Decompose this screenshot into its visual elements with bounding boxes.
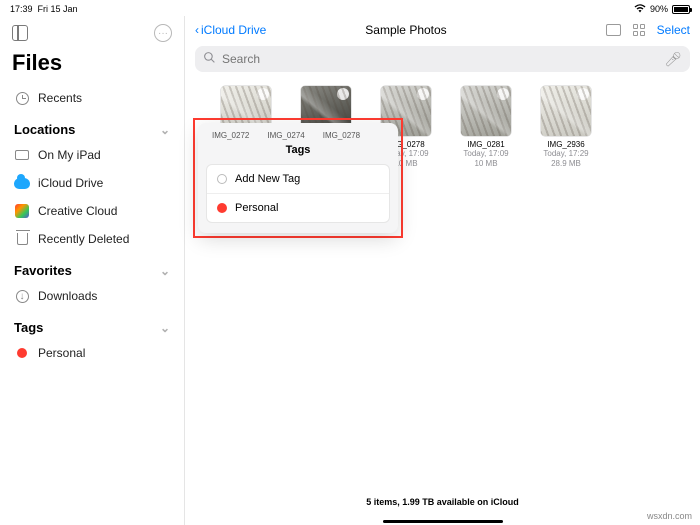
tags-popover: IMG_0272IMG_0274IMG_0278 Tags Add New Ta… (198, 123, 398, 233)
footer-status: 5 items, 1.99 TB available on iCloud (185, 497, 700, 507)
icloud-badge-icon (257, 88, 269, 100)
cloud-icon (14, 175, 30, 191)
sidebar-item-label: Recents (38, 91, 82, 105)
page-title: Sample Photos (266, 23, 605, 37)
watermark: wsxdn.com (647, 511, 692, 521)
sidebar-item-icloud-drive[interactable]: iCloud Drive (10, 169, 174, 197)
tags-popover-highlight: IMG_0272IMG_0274IMG_0278 Tags Add New Ta… (193, 118, 403, 238)
obscured-filenames: IMG_0272IMG_0274IMG_0278 (206, 131, 390, 142)
sidebar-item-downloads[interactable]: ↓ Downloads (10, 282, 174, 310)
status-right: 90% (634, 4, 690, 15)
icloud-badge-icon (577, 88, 589, 100)
tag-dot-icon (14, 345, 30, 361)
view-mode-icon[interactable] (633, 24, 645, 36)
trash-icon (14, 231, 30, 247)
chevron-down-icon: ⌄ (160, 321, 170, 335)
popover-title: Tags (206, 142, 390, 164)
sidebar-header-favorites[interactable]: Favorites ⌄ (10, 253, 174, 282)
icloud-badge-icon (497, 88, 509, 100)
status-left: 17:39 Fri 15 Jan (10, 4, 78, 14)
status-bar: 17:39 Fri 15 Jan 90% (0, 0, 700, 16)
search-bar[interactable]: 🎤︎ (195, 46, 690, 72)
wifi-icon (634, 4, 646, 15)
file-size: 28.9 MB (551, 159, 581, 169)
sidebar: ··· Files Recents Locations ⌄ On My iPad… (0, 16, 185, 525)
status-time: 17:39 (10, 4, 33, 14)
sidebar-item-label: On My iPad (38, 148, 101, 162)
sidebar-item-label: Personal (38, 346, 85, 360)
file-item[interactable]: IMG_0281 Today, 17:09 10 MB (455, 86, 517, 170)
new-folder-icon[interactable] (606, 24, 621, 36)
tag-dot-icon (217, 203, 227, 213)
sidebar-item-recents[interactable]: Recents (10, 84, 174, 112)
file-thumbnail (461, 86, 511, 136)
more-options-icon[interactable]: ··· (154, 24, 172, 42)
chevron-down-icon: ⌄ (160, 264, 170, 278)
sidebar-item-label: Creative Cloud (38, 204, 117, 218)
status-date: Fri 15 Jan (38, 4, 78, 14)
search-icon (203, 51, 216, 67)
chevron-down-icon: ⌄ (160, 123, 170, 137)
back-button[interactable]: ‹ iCloud Drive (195, 23, 266, 37)
search-input[interactable] (222, 52, 658, 66)
mic-icon[interactable]: 🎤︎ (664, 51, 682, 68)
download-icon: ↓ (14, 288, 30, 304)
main-header: ‹ iCloud Drive Sample Photos Select (185, 16, 700, 44)
file-item[interactable]: IMG_2936 Today, 17:29 28.9 MB (535, 86, 597, 170)
file-thumbnail (541, 86, 591, 136)
sidebar-item-on-my-ipad[interactable]: On My iPad (10, 141, 174, 169)
sidebar-item-label: Downloads (38, 289, 97, 303)
main-panel: ‹ iCloud Drive Sample Photos Select 🎤︎ I… (185, 16, 700, 525)
sidebar-item-recently-deleted[interactable]: Recently Deleted (10, 225, 174, 253)
tag-row-personal[interactable]: Personal (207, 193, 389, 222)
file-date: Today, 17:29 (543, 149, 588, 159)
icloud-badge-icon (417, 88, 429, 100)
sidebar-item-creative-cloud[interactable]: Creative Cloud (10, 197, 174, 225)
home-indicator[interactable] (383, 520, 503, 523)
file-name: IMG_0281 (455, 140, 517, 149)
select-button[interactable]: Select (657, 23, 690, 37)
app-title: Files (10, 46, 174, 84)
add-new-tag-row[interactable]: Add New Tag (207, 165, 389, 193)
battery-icon (672, 5, 690, 14)
popover-list: Add New Tag Personal (206, 164, 390, 223)
file-size: 10 MB (474, 159, 497, 169)
sidebar-item-tag-personal[interactable]: Personal (10, 339, 174, 367)
add-new-tag-label: Add New Tag (235, 173, 300, 185)
clock-icon (14, 90, 30, 106)
empty-tag-icon (217, 174, 227, 184)
sidebar-header-tags[interactable]: Tags ⌄ (10, 310, 174, 339)
file-name: IMG_2936 (535, 140, 597, 149)
back-label: iCloud Drive (201, 23, 266, 37)
ipad-icon (14, 147, 30, 163)
battery-percent: 90% (650, 4, 668, 14)
sidebar-toggle-icon[interactable] (12, 25, 28, 41)
chevron-left-icon: ‹ (195, 23, 199, 37)
file-date: Today, 17:09 (463, 149, 508, 159)
creative-cloud-icon (14, 203, 30, 219)
sidebar-item-label: Recently Deleted (38, 232, 129, 246)
tag-label: Personal (235, 202, 278, 214)
icloud-badge-icon (337, 88, 349, 100)
sidebar-item-label: iCloud Drive (38, 176, 103, 190)
sidebar-header-locations[interactable]: Locations ⌄ (10, 112, 174, 141)
